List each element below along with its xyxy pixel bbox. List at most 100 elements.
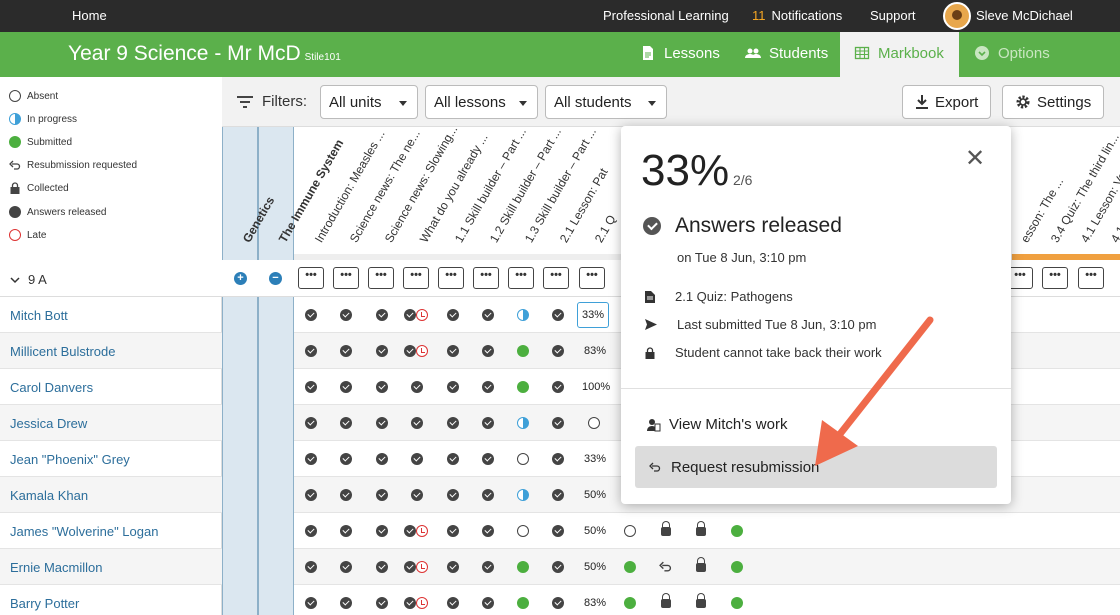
answers-released-icon[interactable] (447, 597, 459, 609)
student-name[interactable]: Kamala Khan (0, 477, 222, 513)
submitted-icon[interactable] (517, 597, 529, 609)
answers-released-icon[interactable] (552, 597, 564, 609)
column-menu-button[interactable]: ••• (438, 267, 464, 289)
answers-released-icon[interactable] (404, 525, 416, 537)
professional-learning-link[interactable]: Professional Learning (603, 8, 729, 23)
answers-released-icon[interactable] (305, 309, 317, 321)
answers-released-icon[interactable] (404, 309, 416, 321)
answers-released-icon[interactable] (552, 561, 564, 573)
answers-released-icon[interactable] (552, 489, 564, 501)
absent-icon[interactable] (588, 417, 600, 429)
submitted-icon[interactable] (624, 561, 636, 573)
tab-students[interactable]: Students (745, 32, 828, 77)
avatar[interactable] (943, 2, 971, 30)
answers-released-icon[interactable] (376, 345, 388, 357)
answers-released-icon[interactable] (552, 381, 564, 393)
student-name[interactable]: Barry Potter (0, 585, 222, 615)
column-menu-button[interactable]: ••• (333, 267, 359, 289)
answers-released-icon[interactable] (411, 417, 423, 429)
column-menu-button[interactable]: ••• (473, 267, 499, 289)
lock-icon[interactable] (696, 521, 706, 536)
answers-released-icon[interactable] (376, 453, 388, 465)
answers-released-icon[interactable] (411, 381, 423, 393)
submitted-icon[interactable] (731, 597, 743, 609)
column-menu-button[interactable]: ••• (368, 267, 394, 289)
support-link[interactable]: Support (870, 8, 916, 23)
answers-released-icon[interactable] (340, 597, 352, 609)
answers-released-icon[interactable] (340, 345, 352, 357)
units-select[interactable]: All units (320, 85, 418, 119)
answers-released-icon[interactable] (305, 489, 317, 501)
answers-released-icon[interactable] (447, 381, 459, 393)
score-cell[interactable]: 50% (584, 489, 606, 501)
answers-released-icon[interactable] (482, 561, 494, 573)
answers-released-icon[interactable] (340, 525, 352, 537)
user-name[interactable]: Sleve McDichael (976, 8, 1073, 23)
student-name[interactable]: Jessica Drew (0, 405, 222, 441)
close-button[interactable]: ✕ (965, 144, 985, 173)
score-cell-selected[interactable]: 33% (577, 302, 610, 328)
column-menu-button[interactable]: ••• (1042, 267, 1068, 289)
lock-icon[interactable] (696, 557, 706, 572)
answers-released-icon[interactable] (447, 489, 459, 501)
answers-released-icon[interactable] (376, 489, 388, 501)
answers-released-icon[interactable] (482, 417, 494, 429)
submitted-icon[interactable] (731, 525, 743, 537)
answers-released-icon[interactable] (482, 597, 494, 609)
column-menu-button[interactable]: ••• (298, 267, 324, 289)
in-progress-icon[interactable] (517, 309, 529, 321)
lock-icon[interactable] (661, 521, 671, 536)
answers-released-icon[interactable] (447, 309, 459, 321)
tab-options[interactable]: Options (974, 32, 1050, 77)
submitted-icon[interactable] (517, 561, 529, 573)
student-name[interactable]: Carol Danvers (0, 369, 222, 405)
column-menu-button[interactable]: ••• (579, 267, 605, 289)
answers-released-icon[interactable] (404, 597, 416, 609)
submitted-icon[interactable] (517, 381, 529, 393)
lock-icon[interactable] (696, 593, 706, 608)
answers-released-icon[interactable] (376, 525, 388, 537)
answers-released-icon[interactable] (411, 453, 423, 465)
answers-released-icon[interactable] (447, 417, 459, 429)
answers-released-icon[interactable] (447, 525, 459, 537)
answers-released-icon[interactable] (340, 489, 352, 501)
answers-released-icon[interactable] (340, 309, 352, 321)
answers-released-icon[interactable] (305, 597, 317, 609)
answers-released-icon[interactable] (305, 417, 317, 429)
students-select[interactable]: All students (545, 85, 667, 119)
column-menu-button[interactable]: ••• (1078, 267, 1104, 289)
absent-icon[interactable] (517, 525, 529, 537)
settings-button[interactable]: Settings (1002, 85, 1105, 119)
answers-released-icon[interactable] (482, 381, 494, 393)
answers-released-icon[interactable] (376, 561, 388, 573)
request-resubmission-button[interactable]: Request resubmission (635, 446, 997, 488)
answers-released-icon[interactable] (340, 561, 352, 573)
absent-icon[interactable] (624, 525, 636, 537)
answers-released-icon[interactable] (305, 345, 317, 357)
answers-released-icon[interactable] (404, 561, 416, 573)
answers-released-icon[interactable] (411, 489, 423, 501)
student-name[interactable]: James "Wolverine" Logan (0, 513, 222, 549)
answers-released-icon[interactable] (552, 345, 564, 357)
score-cell[interactable]: 33% (584, 453, 606, 465)
answers-released-icon[interactable] (376, 381, 388, 393)
student-name[interactable]: Mitch Bott (0, 297, 222, 333)
lessons-select[interactable]: All lessons (425, 85, 538, 119)
answers-released-icon[interactable] (376, 597, 388, 609)
answers-released-icon[interactable] (376, 417, 388, 429)
answers-released-icon[interactable] (482, 345, 494, 357)
expand-unit-button[interactable]: + (234, 272, 247, 285)
answers-released-icon[interactable] (447, 561, 459, 573)
view-work-button[interactable]: View Mitch's work (647, 416, 787, 433)
student-name[interactable]: Millicent Bulstrode (0, 333, 222, 369)
lock-icon[interactable] (661, 593, 671, 608)
tab-markbook[interactable]: Markbook (840, 32, 959, 77)
answers-released-icon[interactable] (340, 453, 352, 465)
answers-released-icon[interactable] (482, 309, 494, 321)
answers-released-icon[interactable] (340, 381, 352, 393)
absent-icon[interactable] (517, 453, 529, 465)
answers-released-icon[interactable] (447, 345, 459, 357)
home-link[interactable]: Home (72, 8, 107, 23)
answers-released-icon[interactable] (447, 453, 459, 465)
answers-released-icon[interactable] (340, 417, 352, 429)
